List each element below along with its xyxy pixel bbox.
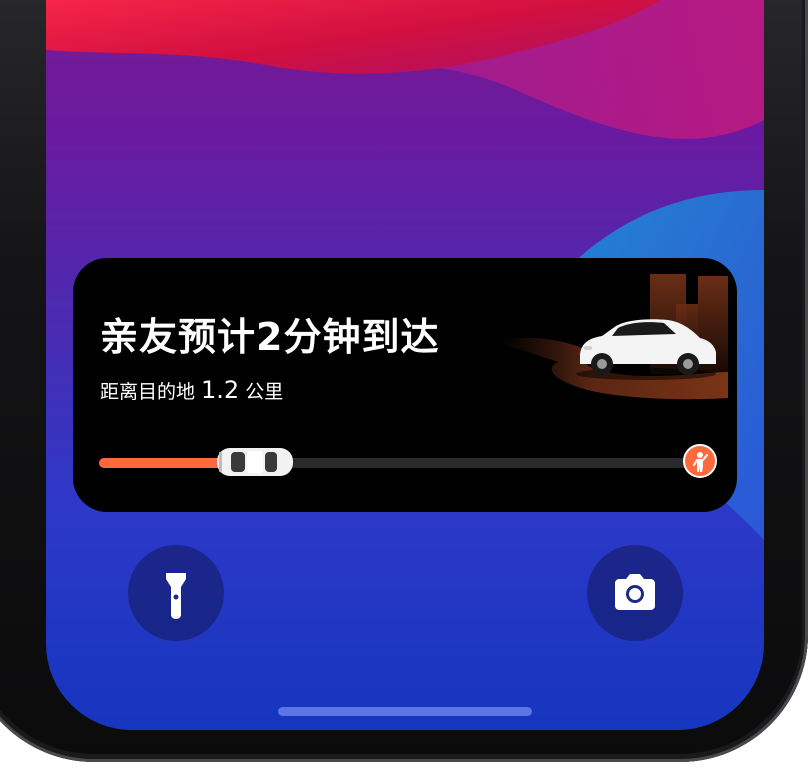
car-city-illustration [498,274,728,400]
trip-progress-bar [99,458,699,468]
distance-value: 1.2 [201,376,240,404]
car-position-icon [217,448,293,476]
camera-button[interactable] [587,545,683,641]
distance-unit: 公里 [245,381,284,403]
flashlight-button[interactable] [128,545,224,641]
distance-prefix: 距离目的地 [100,381,196,403]
destination-pin [683,444,717,478]
distance-line: 距离目的地 1.2 公里 [100,376,283,404]
home-indicator[interactable] [278,707,532,716]
arrival-title: 亲友预计2分钟到达 [100,315,440,359]
person-waving-icon [693,452,708,472]
camera-icon [615,574,655,610]
flashlight-icon [166,573,186,619]
trip-progress-fill [99,458,225,468]
lock-screen: 亲友预计2分钟到达 距离目的地 1.2 公里 [46,0,764,730]
live-activity-card[interactable]: 亲友预计2分钟到达 距离目的地 1.2 公里 [73,258,737,512]
